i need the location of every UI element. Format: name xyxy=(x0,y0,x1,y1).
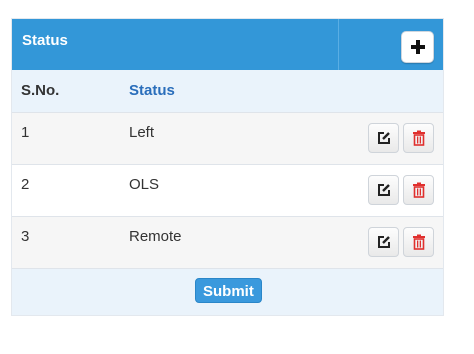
table-row: 3 Remote xyxy=(12,216,443,268)
column-header-actions xyxy=(334,70,443,112)
panel-footer: Submit xyxy=(12,268,443,315)
row-status: OLS xyxy=(129,175,160,193)
delete-button[interactable] xyxy=(403,226,434,257)
row-status: Left xyxy=(129,123,155,141)
row-actions xyxy=(334,164,443,216)
edit-icon xyxy=(377,131,390,144)
column-header-sno: S.No. xyxy=(21,82,60,100)
delete-button[interactable] xyxy=(403,174,434,205)
edit-button[interactable] xyxy=(368,174,399,205)
trash-icon xyxy=(412,234,425,250)
row-sno: 1 xyxy=(21,123,30,141)
status-table: S.No. Status 1 Left 2 OLS 3 Remote xyxy=(12,70,443,268)
table-row: 1 Left xyxy=(12,112,443,164)
edit-icon xyxy=(377,183,390,196)
delete-button[interactable] xyxy=(403,122,434,153)
submit-button[interactable]: Submit xyxy=(195,278,262,303)
panel-title: Status xyxy=(22,32,68,49)
status-panel: Status S.No. Status 1 Left 2 OLS 3 Remot… xyxy=(11,18,444,316)
column-header-status: Status xyxy=(129,82,175,100)
edit-button[interactable] xyxy=(368,226,399,257)
table-header-row: S.No. Status xyxy=(12,70,443,112)
row-actions xyxy=(334,112,443,164)
row-sno: 2 xyxy=(21,175,30,193)
add-button[interactable] xyxy=(401,31,434,63)
plus-icon xyxy=(410,39,426,55)
row-sno: 3 xyxy=(21,227,30,245)
trash-icon xyxy=(412,182,425,198)
row-actions xyxy=(334,216,443,268)
trash-icon xyxy=(412,130,425,146)
header-divider xyxy=(338,19,339,70)
table-row: 2 OLS xyxy=(12,164,443,216)
edit-button[interactable] xyxy=(368,122,399,153)
edit-icon xyxy=(377,235,390,248)
panel-header: Status xyxy=(12,19,443,70)
row-status: Remote xyxy=(129,227,182,245)
